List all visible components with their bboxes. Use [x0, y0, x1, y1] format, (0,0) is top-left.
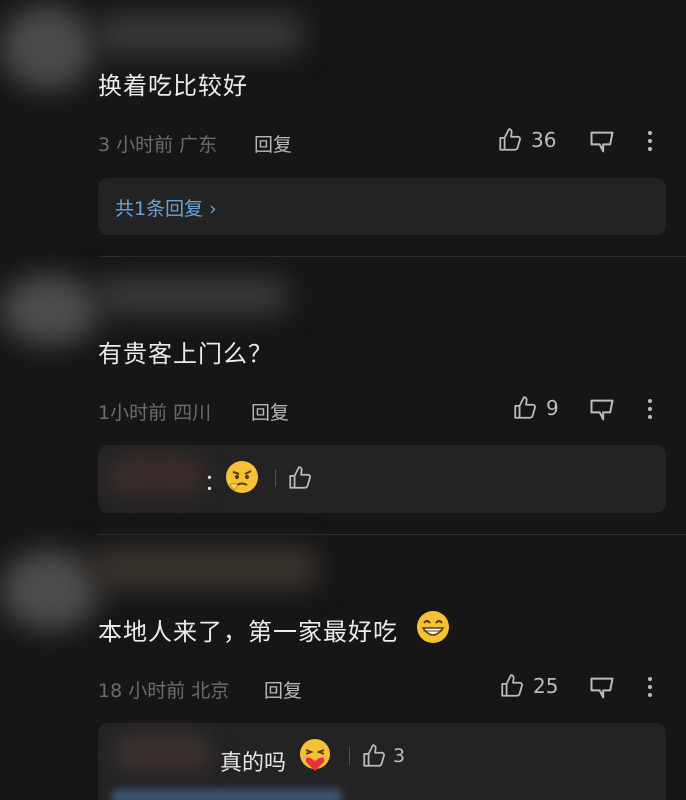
thinking-emoji-icon	[226, 461, 258, 493]
thumbs-up-icon	[499, 128, 521, 151]
more-options-icon[interactable]	[645, 397, 655, 421]
reply-text: 真的吗	[220, 751, 287, 776]
like-count: 9	[546, 396, 559, 420]
avatar[interactable]	[0, 275, 100, 345]
grinning-emoji-icon	[417, 611, 449, 643]
reply-button[interactable]: 回复	[251, 398, 289, 425]
thumbs-up-icon	[514, 396, 536, 419]
thumbs-up-icon	[501, 674, 523, 697]
username[interactable]	[95, 278, 290, 314]
like-count: 25	[533, 674, 559, 698]
heart-hug-emoji-icon	[300, 739, 330, 771]
comment-meta: 1小时前 四川	[98, 402, 212, 424]
like-button[interactable]: 36	[497, 127, 556, 153]
thumbs-down-icon[interactable]	[588, 128, 616, 156]
like-button[interactable]: 25	[499, 673, 558, 699]
comment-text: 有贵客上门么？	[98, 340, 273, 368]
separator-line	[349, 747, 350, 765]
reply-separator: ：	[204, 471, 227, 496]
more-options-icon[interactable]	[645, 129, 655, 153]
reply-button[interactable]: 回复	[264, 676, 302, 703]
reply-like-button[interactable]: 3	[361, 743, 405, 769]
comment-meta: 3 小时前 广东	[98, 134, 218, 156]
thumbs-down-icon[interactable]	[588, 674, 616, 702]
comment-list: 换着吃比较好 3 小时前 广东 回复 36 共1条回复 › 有贵客上门么？ 1小…	[0, 0, 686, 800]
reply-preview-box[interactable]: 真的吗 3	[98, 723, 666, 800]
truncated-reply-link[interactable]	[112, 789, 342, 800]
thumbs-down-icon[interactable]	[588, 396, 616, 424]
like-button[interactable]: 9	[512, 395, 559, 421]
comment-text: 本地人来了，第一家最好吃	[98, 618, 398, 646]
view-replies-link[interactable]: 共1条回复 ›	[115, 194, 217, 221]
thumbs-up-icon	[363, 744, 385, 767]
avatar[interactable]	[0, 550, 100, 630]
divider	[98, 256, 686, 257]
reply-preview-box[interactable]: ：	[98, 445, 666, 513]
reply-summary-box[interactable]: 共1条回复 ›	[98, 178, 666, 235]
reply-button[interactable]: 回复	[254, 130, 292, 157]
comment-text: 换着吃比较好	[98, 72, 248, 100]
username[interactable]	[95, 14, 305, 54]
username[interactable]	[90, 548, 320, 588]
divider	[98, 534, 686, 535]
reply-username[interactable]	[112, 733, 212, 773]
reply-username[interactable]	[106, 455, 206, 495]
like-count: 36	[531, 128, 557, 152]
more-options-icon[interactable]	[645, 675, 655, 699]
thumbs-up-icon[interactable]	[287, 465, 313, 491]
separator-line	[275, 469, 276, 487]
comment-meta: 18 小时前 北京	[98, 680, 230, 702]
reply-like-count: 3	[393, 745, 406, 767]
avatar[interactable]	[0, 5, 95, 90]
